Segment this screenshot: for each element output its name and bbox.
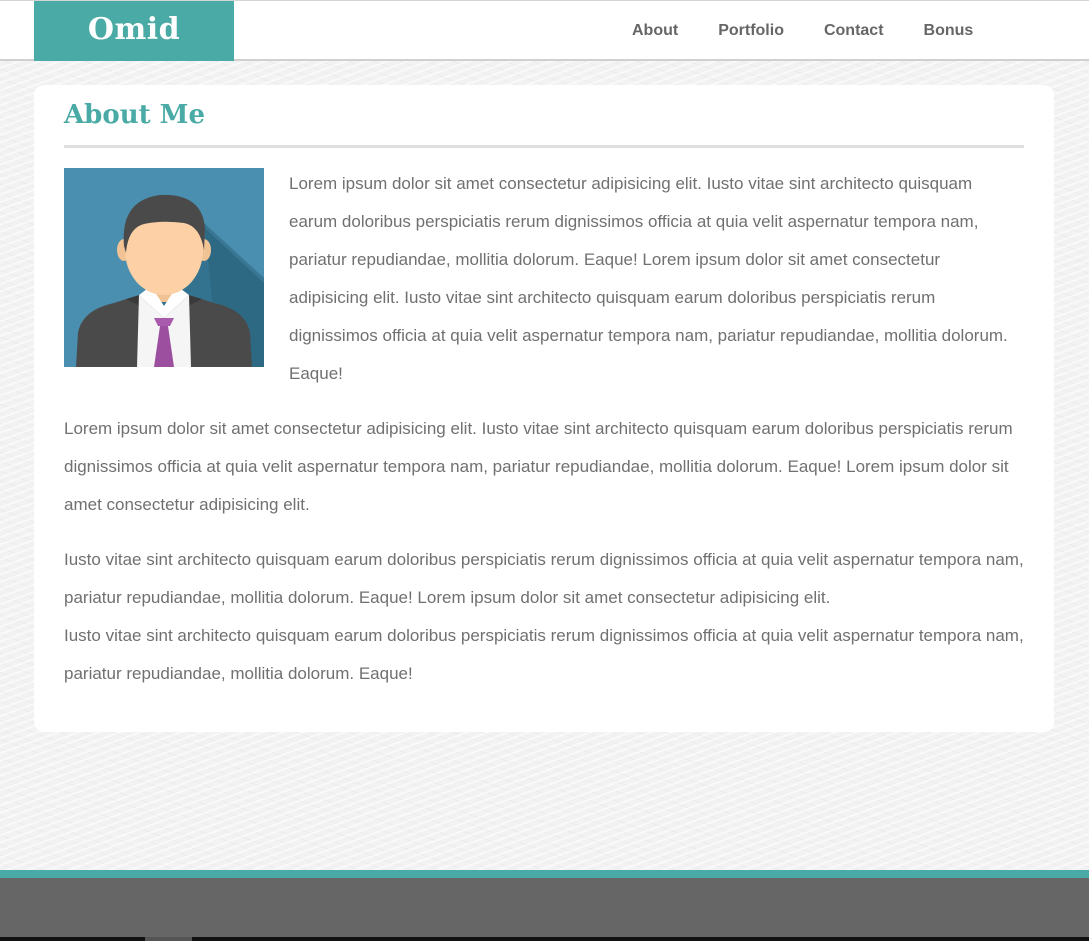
site-footer [0, 870, 1089, 941]
nav-item-contact: Contact [804, 1, 904, 61]
nav-link-portfolio[interactable]: Portfolio [698, 1, 804, 61]
nav-link-about[interactable]: About [612, 1, 698, 61]
nav-link-contact[interactable]: Contact [804, 1, 904, 61]
nav-item-about: About [612, 1, 698, 61]
nav-item-portfolio: Portfolio [698, 1, 804, 61]
about-card: About Me Lorem ipsum dolor sit amet cons… [34, 85, 1054, 732]
footer-edge-segment [145, 937, 192, 941]
nav-item-bonus: Bonus [904, 1, 994, 61]
about-content: Lorem ipsum dolor sit amet consectetur a… [64, 168, 1024, 696]
about-paragraph: Lorem ipsum dolor sit amet consectetur a… [64, 419, 1013, 514]
nav-link-bonus[interactable]: Bonus [904, 1, 994, 61]
brand-logo[interactable]: Omid [34, 1, 234, 61]
site-header: Omid About Portfolio Contact Bonus [0, 0, 1089, 61]
about-paragraph: Lorem ipsum dolor sit amet consectetur a… [289, 174, 1008, 383]
page-title: About Me [64, 85, 1024, 148]
about-paragraph: Iusto vitae sint architecto quisquam ear… [64, 550, 1024, 607]
main-nav: About Portfolio Contact Bonus [612, 1, 993, 61]
about-paragraph: Iusto vitae sint architecto quisquam ear… [64, 626, 1024, 683]
